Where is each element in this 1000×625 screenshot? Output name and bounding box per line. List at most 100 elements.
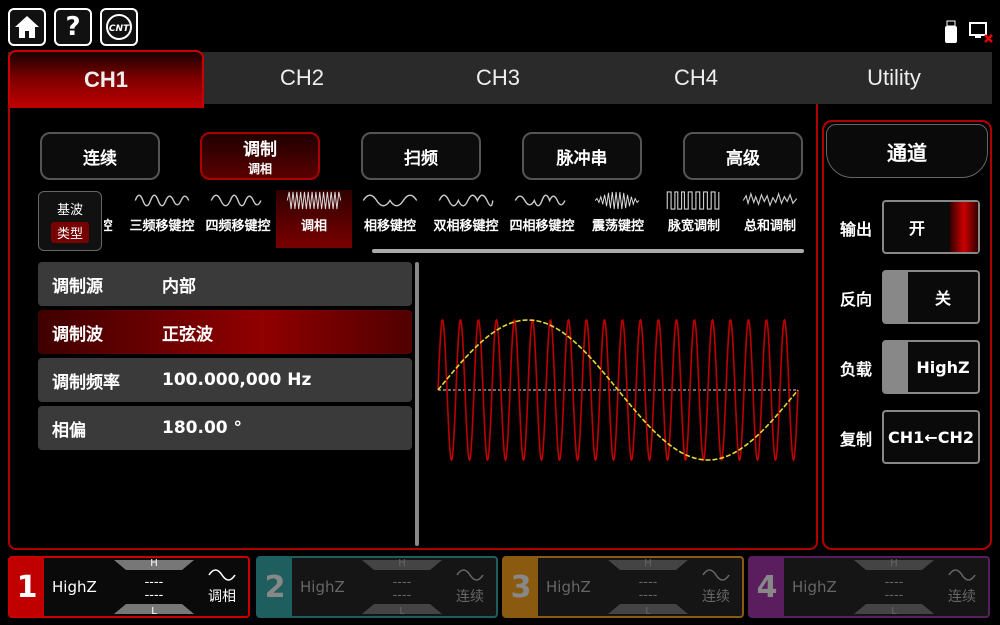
param-mod-wave[interactable]: 调制波 正弦波 bbox=[38, 310, 412, 354]
mod-type-pwm[interactable]: 脉宽调制 bbox=[656, 190, 732, 248]
param-key: 调制源 bbox=[52, 276, 103, 297]
channel-levels: H ---- ---- L bbox=[606, 558, 690, 617]
help-button[interactable]: ? bbox=[54, 8, 92, 46]
sum-wave-icon bbox=[742, 191, 798, 208]
low-label: L bbox=[645, 606, 651, 617]
channel-mode-label: 连续 bbox=[456, 589, 484, 605]
channel-mode: 连续 bbox=[444, 568, 496, 606]
level-value-2: ---- bbox=[392, 588, 412, 603]
channel-mode-label: 连续 bbox=[702, 589, 730, 605]
param-scrollbar[interactable] bbox=[415, 262, 419, 546]
modulation-type-strip[interactable]: 控 三频移键控 四频移键控 调相 相移键控 双相移键控 四相移键控 震荡键控 脉… bbox=[104, 190, 804, 250]
home-button[interactable] bbox=[8, 8, 46, 46]
mode-label: 高级 bbox=[726, 148, 760, 169]
mode-modulation-button[interactable]: 调制 调相 bbox=[200, 132, 320, 180]
usb-drive-icon bbox=[945, 20, 957, 43]
network-disconnected-icon bbox=[969, 22, 993, 43]
mod-type-label: 相移键控 bbox=[363, 219, 416, 234]
channel-mode-label: 调相 bbox=[208, 589, 236, 605]
param-value: 180.00 ° bbox=[162, 418, 243, 438]
help-icon: ? bbox=[65, 12, 81, 42]
mod-type-pm[interactable]: 调相 bbox=[276, 190, 352, 248]
tab-utility[interactable]: Utility bbox=[796, 52, 992, 104]
channel-load: HighZ bbox=[300, 578, 345, 596]
mod-type-scrollbar[interactable] bbox=[372, 249, 804, 253]
mod-type-label: 四频移键控 bbox=[205, 219, 271, 234]
logo-button[interactable]: CNT bbox=[100, 8, 138, 46]
mod-type-4fsk[interactable]: 四频移键控 bbox=[200, 190, 276, 248]
mod-type-osk[interactable]: 震荡键控 bbox=[580, 190, 656, 248]
channel-load: HighZ bbox=[546, 578, 591, 596]
toggle-indicator bbox=[950, 202, 978, 252]
mode-continuous-button[interactable]: 连续 bbox=[40, 132, 160, 180]
channel-mode-label: 连续 bbox=[948, 589, 976, 605]
param-mod-source[interactable]: 调制源 内部 bbox=[38, 262, 412, 306]
load-value: HighZ bbox=[916, 357, 970, 377]
mod-type-label: 脉宽调制 bbox=[667, 219, 720, 234]
channel-2-status[interactable]: 2 HighZ H ---- ---- L 连续 bbox=[256, 556, 498, 618]
channel-1-status[interactable]: 1 HighZ H ---- ---- L 调相 bbox=[8, 556, 250, 618]
cnt-logo-icon: CNT bbox=[106, 14, 132, 40]
side-panel bbox=[822, 120, 992, 550]
tab-ch2[interactable]: CH2 bbox=[204, 52, 400, 104]
load-label: 负载 bbox=[840, 360, 873, 379]
high-label: H bbox=[644, 558, 652, 569]
mod-type-3fsk[interactable]: 三频移键控 bbox=[124, 190, 200, 248]
channel-load: HighZ bbox=[52, 578, 97, 596]
mod-type-label: 双相移键控 bbox=[433, 219, 499, 234]
channel-number: 3 bbox=[504, 558, 538, 616]
mode-advanced-button[interactable]: 高级 bbox=[683, 132, 803, 180]
mod-type-bpsk[interactable]: 双相移键控 bbox=[428, 190, 504, 248]
mod-type-label: 控 bbox=[104, 219, 113, 234]
type-label: 基波 bbox=[56, 203, 83, 218]
param-mod-frequency[interactable]: 调制频率 100.000,000 Hz bbox=[38, 358, 412, 402]
param-key: 调制频率 bbox=[52, 372, 120, 393]
channel-number: 2 bbox=[258, 558, 292, 616]
pwm-wave-icon bbox=[666, 191, 720, 210]
pm-wave-icon bbox=[286, 191, 342, 210]
sine-icon bbox=[456, 569, 484, 581]
mode-sweep-button[interactable]: 扫频 bbox=[361, 132, 481, 180]
carrier-type-button[interactable]: 基波 类型 bbox=[38, 191, 102, 251]
channel-3-status[interactable]: 3 HighZ H ---- ---- L 连续 bbox=[502, 556, 744, 618]
mode-sublabel: 调相 bbox=[247, 162, 272, 176]
param-value: 正弦波 bbox=[162, 324, 213, 345]
mod-type-partial[interactable]: 控 bbox=[104, 190, 116, 248]
param-value: 内部 bbox=[162, 276, 196, 297]
svg-text:CNT: CNT bbox=[109, 24, 130, 34]
mod-type-sum[interactable]: 总和调制 bbox=[732, 190, 804, 248]
4fsk-wave-icon bbox=[210, 194, 262, 207]
level-value-2: ---- bbox=[884, 588, 904, 603]
tab-ch3[interactable]: CH3 bbox=[400, 52, 596, 104]
high-label: H bbox=[890, 558, 898, 569]
output-value: 开 bbox=[908, 219, 925, 238]
tab-ch4[interactable]: CH4 bbox=[596, 52, 796, 104]
output-toggle[interactable]: 开 bbox=[882, 200, 980, 254]
qpsk-wave-icon bbox=[514, 194, 566, 207]
type-label-highlight: 类型 bbox=[50, 222, 89, 243]
channel-levels: H ---- ---- L bbox=[360, 558, 444, 617]
toggle-indicator bbox=[884, 272, 908, 322]
channel-mode: 连续 bbox=[936, 568, 988, 606]
bpsk-wave-icon bbox=[438, 194, 494, 207]
sine-icon bbox=[702, 569, 730, 581]
param-value: 100.000,000 Hz bbox=[162, 370, 312, 390]
tab-ch1[interactable]: CH1 bbox=[8, 50, 204, 108]
copy-button[interactable]: CH1←CH2 bbox=[882, 410, 980, 464]
channel-mode: 连续 bbox=[690, 568, 742, 606]
mod-type-psk[interactable]: 相移键控 bbox=[352, 190, 428, 248]
mode-label: 脉冲串 bbox=[556, 148, 608, 169]
mod-type-label: 总和调制 bbox=[743, 219, 796, 234]
param-phase-deviation[interactable]: 相偏 180.00 ° bbox=[38, 406, 412, 450]
channel-4-status[interactable]: 4 HighZ H ---- ---- L 连续 bbox=[748, 556, 990, 618]
invert-toggle[interactable]: 关 bbox=[882, 270, 980, 324]
channel-load: HighZ bbox=[792, 578, 837, 596]
load-toggle[interactable]: HighZ bbox=[882, 340, 980, 394]
osk-wave-icon bbox=[594, 191, 640, 210]
mode-burst-button[interactable]: 脉冲串 bbox=[522, 132, 642, 180]
mod-type-label: 震荡键控 bbox=[591, 219, 644, 234]
mode-label: 扫频 bbox=[404, 148, 438, 169]
param-key: 相偏 bbox=[52, 420, 86, 441]
mod-type-qpsk[interactable]: 四相移键控 bbox=[504, 190, 580, 248]
channel-number: 1 bbox=[10, 558, 44, 616]
